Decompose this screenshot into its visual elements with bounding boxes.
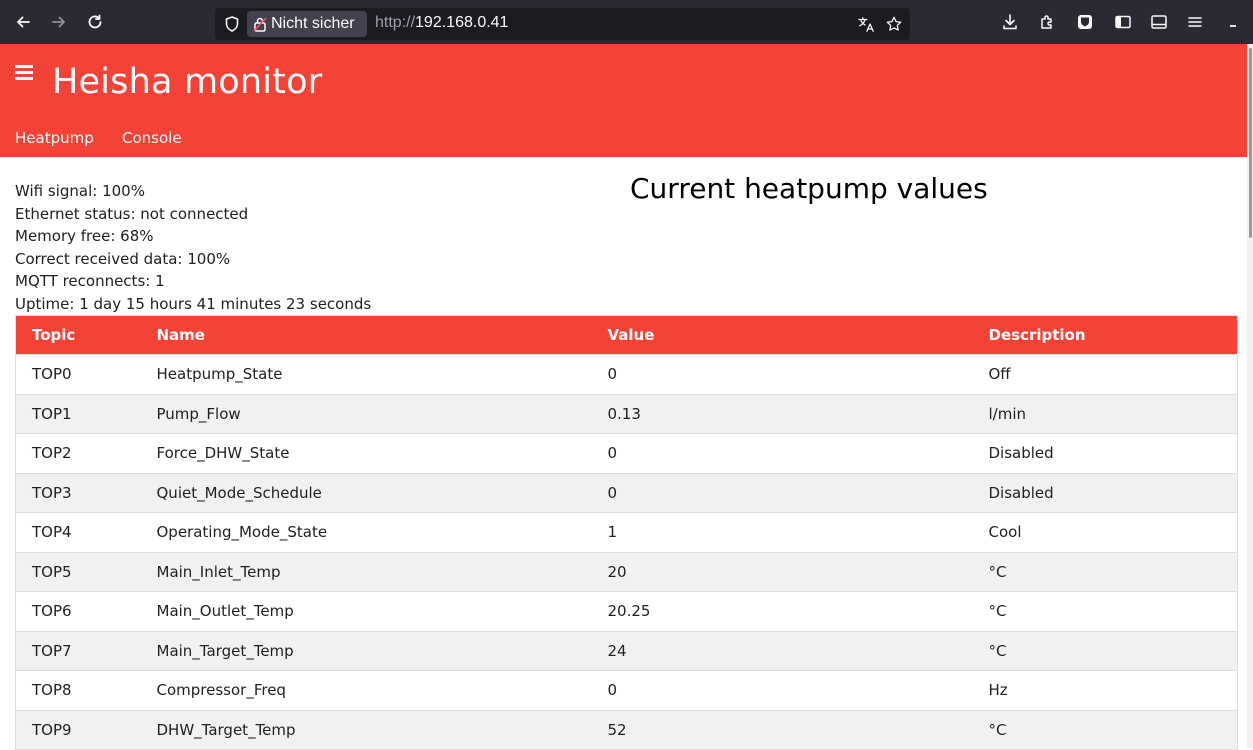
translate-icon[interactable] — [856, 14, 876, 34]
values-table: Topic Name Value Description TOP0 Heatpum… — [15, 315, 1238, 750]
cell-topic: TOP2 — [15, 433, 141, 474]
cell-name: DHW_Target_Temp — [140, 710, 592, 750]
wifi-signal: Wifi signal: 100% — [15, 182, 145, 200]
cell-name: Main_Target_Temp — [140, 631, 592, 671]
cell-topic: TOP1 — [15, 394, 141, 434]
cell-description: °C — [972, 591, 1238, 632]
cell-name: Force_DHW_State — [140, 433, 592, 474]
cell-name: Quiet_Mode_Schedule — [140, 473, 592, 513]
forward-icon[interactable] — [48, 11, 70, 33]
url-protocol: http:// — [375, 14, 416, 31]
cell-description: °C — [972, 552, 1238, 592]
lock-warning-icon — [253, 17, 267, 32]
cell-topic: TOP9 — [15, 710, 141, 750]
security-indicator[interactable]: Nicht sicher — [247, 11, 367, 37]
cell-name: Operating_Mode_State — [140, 512, 592, 553]
column-header-description: Description — [972, 315, 1238, 355]
status-info: Wifi signal: 100% Ethernet status: not c… — [15, 180, 371, 315]
cell-name: Pump_Flow — [140, 394, 592, 434]
sidebar-icon[interactable] — [1113, 12, 1133, 32]
cell-value: 24 — [591, 631, 973, 671]
cell-description: Disabled — [972, 473, 1238, 513]
app-header: Heisha monitor Heatpump Console — [0, 44, 1253, 157]
cell-topic: TOP5 — [15, 552, 141, 592]
ethernet-status: Ethernet status: not connected — [15, 204, 249, 223]
cell-topic: TOP3 — [15, 473, 141, 513]
table-row: TOP1 Pump_Flow 0.13 l/min — [15, 394, 1238, 434]
table-row: TOP3 Quiet_Mode_Schedule 0 Disabled — [15, 473, 1238, 513]
column-header-topic: Topic — [15, 315, 141, 355]
reader-view-icon[interactable] — [1149, 12, 1169, 32]
url-host: 192.168.0.41 — [415, 14, 509, 31]
table-row: TOP7 Main_Target_Temp 24 °C — [15, 631, 1238, 671]
cell-topic: TOP6 — [15, 591, 141, 632]
cell-value: 0 — [591, 670, 973, 711]
table-row: TOP2 Force_DHW_State 0 Disabled — [15, 433, 1238, 474]
nav-link-console[interactable]: Console — [122, 129, 182, 147]
cell-name: Heatpump_State — [140, 354, 592, 395]
cell-description: °C — [972, 710, 1238, 750]
table-row: TOP0 Heatpump_State 0 Off — [15, 354, 1238, 395]
scrollbar-thumb[interactable] — [1249, 48, 1252, 238]
url-text[interactable]: http://192.168.0.41 — [375, 14, 508, 32]
table-row: TOP6 Main_Outlet_Temp 20.25 °C — [15, 591, 1238, 632]
cell-value: 20.25 — [591, 591, 973, 632]
mqtt-reconnects: MQTT reconnects: 1 — [15, 272, 165, 290]
download-icon[interactable] — [1000, 12, 1020, 32]
cell-value: 0 — [591, 473, 973, 513]
bookmark-star-icon[interactable] — [884, 14, 904, 34]
table-header-row: Topic Name Value Description — [15, 315, 1238, 355]
cell-value: 20 — [591, 552, 973, 592]
table-row: TOP5 Main_Inlet_Temp 20 °C — [15, 552, 1238, 592]
cell-description: l/min — [972, 394, 1238, 434]
cell-name: Compressor_Freq — [140, 670, 592, 711]
cell-description: °C — [972, 631, 1238, 671]
values-title: Current heatpump values — [630, 172, 988, 205]
table-row: TOP9 DHW_Target_Temp 52 °C — [15, 710, 1238, 750]
bitwarden-icon[interactable] — [1075, 12, 1095, 32]
menu-icon[interactable] — [1185, 12, 1205, 32]
cell-description: Hz — [972, 670, 1238, 711]
nav-link-heatpump[interactable]: Heatpump — [15, 129, 94, 147]
cell-value: 1 — [591, 512, 973, 553]
app-title: Heisha monitor — [52, 62, 323, 102]
column-header-value: Value — [591, 315, 973, 355]
address-bar[interactable]: Nicht sicher http://192.168.0.41 — [215, 8, 910, 40]
extensions-icon[interactable] — [1037, 12, 1057, 32]
cell-name: Main_Inlet_Temp — [140, 552, 592, 592]
cell-value: 0 — [591, 433, 973, 474]
table-row: TOP4 Operating_Mode_State 1 Cool — [15, 512, 1238, 553]
uptime: Uptime: 1 day 15 hours 41 minutes 23 sec… — [15, 294, 372, 313]
reload-icon[interactable] — [84, 11, 106, 33]
browser-toolbar: Nicht sicher http://192.168.0.41 — [0, 0, 1253, 44]
cell-description: Off — [972, 354, 1238, 395]
cell-topic: TOP7 — [15, 631, 141, 671]
cell-topic: TOP8 — [15, 670, 141, 711]
cell-value: 0 — [591, 354, 973, 395]
security-label: Nicht sicher — [271, 15, 355, 32]
cell-value: 0.13 — [591, 394, 973, 434]
minimize-icon[interactable] — [1223, 12, 1243, 32]
received-data: Correct received data: 100% — [15, 249, 231, 268]
cell-topic: TOP4 — [15, 512, 141, 553]
shield-icon[interactable] — [223, 15, 241, 33]
column-header-name: Name — [140, 315, 592, 355]
cell-topic: TOP0 — [15, 354, 141, 395]
memory-free: Memory free: 68% — [15, 227, 154, 245]
cell-value: 52 — [591, 710, 973, 750]
table-row: TOP8 Compressor_Freq 0 Hz — [15, 670, 1238, 711]
cell-name: Main_Outlet_Temp — [140, 591, 592, 632]
back-icon[interactable] — [12, 11, 34, 33]
hamburger-menu-icon[interactable] — [15, 62, 37, 84]
cell-description: Cool — [972, 512, 1238, 553]
cell-description: Disabled — [972, 433, 1238, 474]
